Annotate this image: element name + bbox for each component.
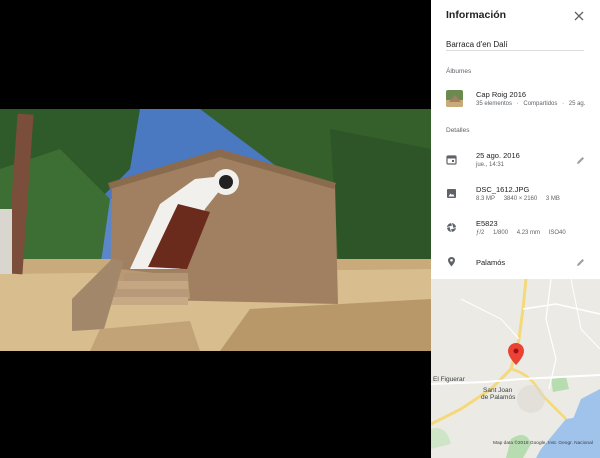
location-pin-icon	[448, 257, 455, 267]
album-sharing: Compartidos	[523, 101, 558, 107]
date-title: 25 ago. 2016	[476, 151, 520, 160]
camera-aperture: ƒ/2	[476, 230, 485, 236]
description-field[interactable]: Barraca d'en Dalí	[446, 40, 508, 49]
albums-section-label: Álbumes	[446, 68, 472, 75]
close-icon[interactable]	[572, 9, 586, 23]
camera-iso: ISO40	[548, 230, 566, 236]
camera-meta: ƒ/2 1/800 4.23 mm ISO40	[476, 230, 573, 236]
file-size: 3 MB	[545, 196, 560, 202]
map-attribution: Map data ©2018 Google, Inst. Geogr. Naci…	[493, 441, 593, 446]
description-underline	[446, 50, 584, 51]
map-label-sant-joan-2: de Palamós	[481, 394, 516, 401]
location-map[interactable]	[431, 279, 600, 458]
album-title: Cap Roig 2016	[476, 90, 527, 99]
album-thumbnail	[446, 90, 463, 107]
calendar-icon	[446, 155, 457, 165]
camera-model: E5823	[476, 219, 498, 228]
panel-title: Información	[446, 9, 507, 21]
file-name: DSC_1612.JPG	[476, 185, 530, 194]
location-title: Palamós	[476, 258, 506, 267]
file-resolution: 3840 × 2160	[503, 196, 538, 202]
photo[interactable]	[0, 109, 431, 351]
album-date: 25 ag.	[568, 101, 586, 107]
file-meta: 8.3 MP 3840 × 2160 3 MB	[476, 196, 567, 202]
edit-date-icon[interactable]	[576, 156, 585, 165]
info-panel: Información Barraca d'en Dalí Álbumes Ca…	[431, 0, 600, 458]
edit-location-icon[interactable]	[576, 258, 585, 267]
album-count: 35 elementos	[476, 101, 513, 107]
date-subtitle: jue., 14:31	[476, 162, 505, 168]
map-label-figuerar: El Figuerar	[433, 376, 465, 383]
aperture-icon	[446, 222, 457, 233]
image-icon	[447, 189, 456, 198]
camera-focal: 4.23 mm	[516, 230, 541, 236]
camera-shutter: 1/800	[493, 230, 509, 236]
file-megapixels: 8.3 MP	[476, 196, 496, 202]
album-meta: 35 elementos · Compartidos · 25 ag.	[476, 101, 586, 107]
photo-viewer	[0, 0, 431, 458]
map-label-sant-joan-1: Sant Joan	[483, 387, 513, 394]
details-section-label: Detalles	[446, 127, 470, 134]
